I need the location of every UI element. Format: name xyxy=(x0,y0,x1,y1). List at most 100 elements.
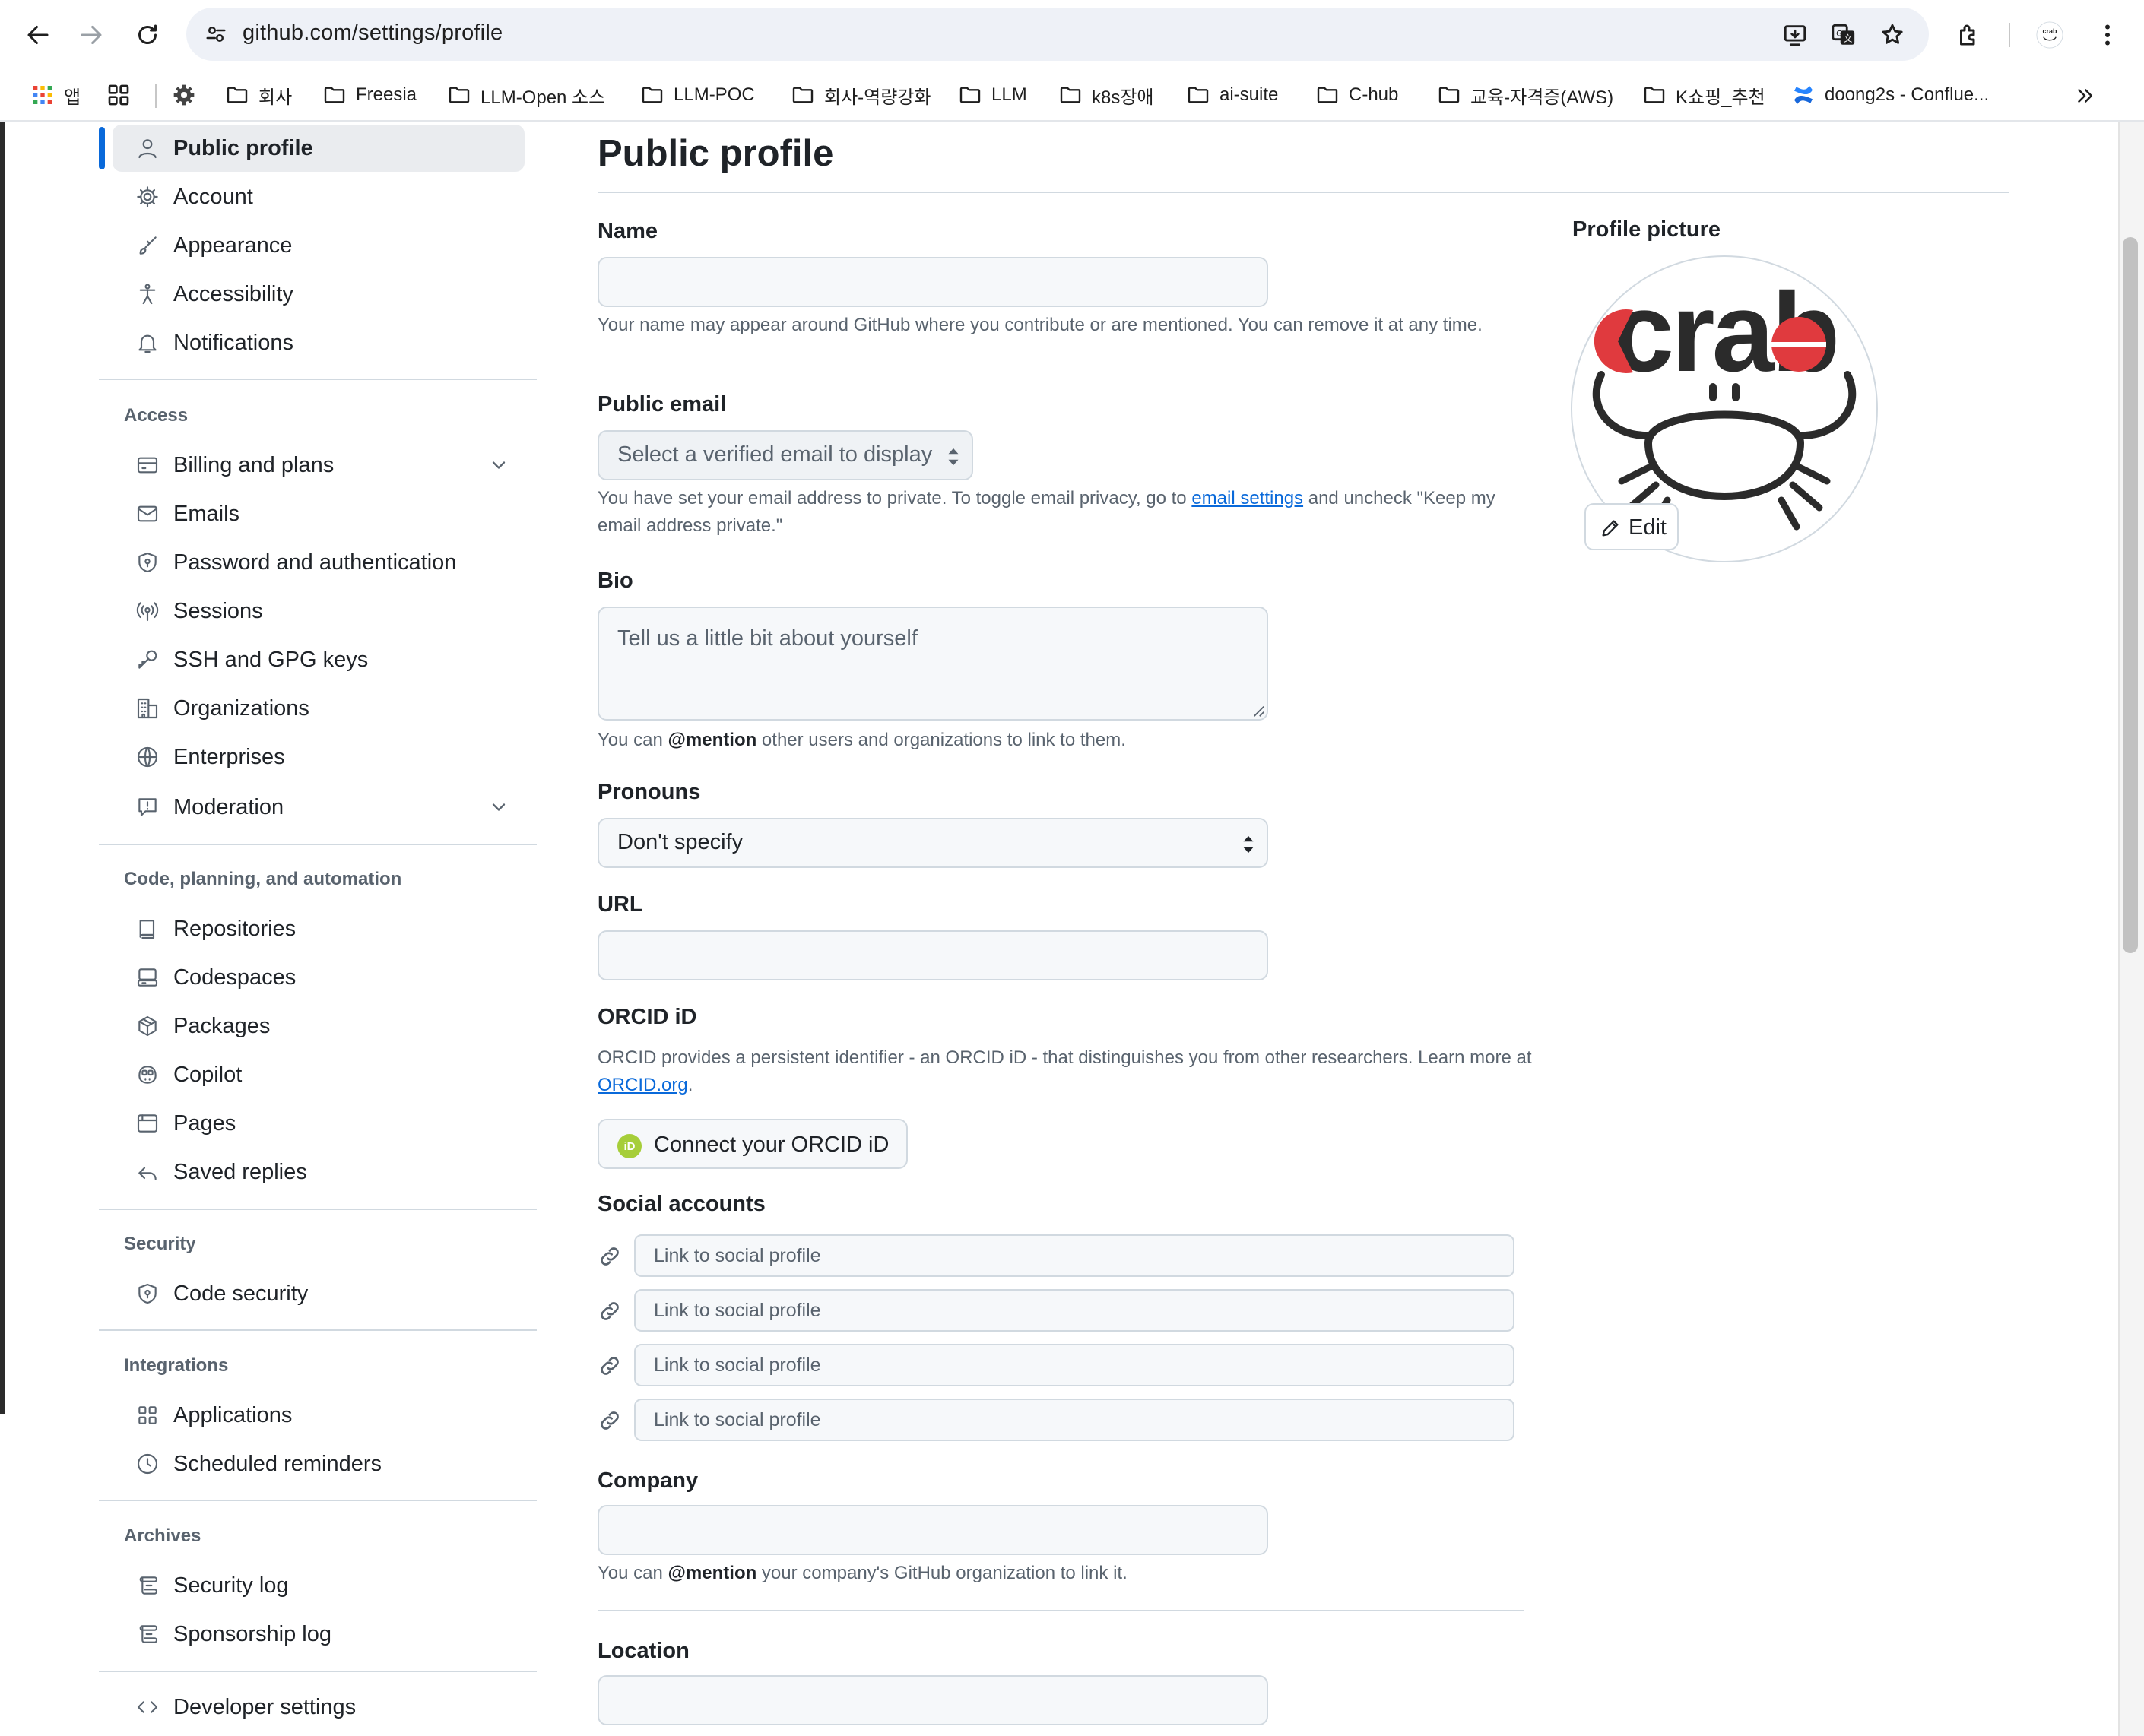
bookmark-item[interactable]: K쇼핑_추천 xyxy=(1642,81,1765,109)
bookmark-item[interactable]: ai-suite xyxy=(1186,81,1278,109)
social-profile-input-2[interactable] xyxy=(634,1289,1514,1332)
bookmark-item[interactable]: 회사-역량강화 xyxy=(791,81,931,109)
location-input[interactable] xyxy=(598,1675,1268,1725)
pronouns-select[interactable]: Don't specify xyxy=(598,818,1268,868)
active-indicator xyxy=(99,127,105,169)
sidebar-item-billing-and-plans[interactable]: Billing and plans xyxy=(113,442,525,489)
sidebar-item-developer-settings[interactable]: Developer settings xyxy=(113,1684,525,1731)
social-profile-input-1[interactable] xyxy=(634,1234,1514,1277)
sidebar-item-appearance[interactable]: Appearance xyxy=(113,222,525,269)
sidebar-item-moderation[interactable]: Moderation xyxy=(113,784,525,831)
sidebar-item-repositories[interactable]: Repositories xyxy=(113,905,525,952)
sidebar-item-scheduled-reminders[interactable]: Scheduled reminders xyxy=(113,1440,525,1487)
edit-avatar-label: Edit xyxy=(1629,515,1667,540)
reload-button[interactable] xyxy=(123,11,172,59)
resize-grip-icon[interactable] xyxy=(1251,704,1265,718)
orcid-link[interactable]: ORCID.org xyxy=(598,1075,688,1095)
folder-icon xyxy=(1315,83,1349,107)
sidebar-item-packages[interactable]: Packages xyxy=(113,1003,525,1050)
sidebar-item-emails[interactable]: Emails xyxy=(113,490,525,537)
bookmark-label: C-hub xyxy=(1349,84,1399,105)
bookmark-item[interactable]: Freesia xyxy=(322,81,417,109)
sidebar-item-public-profile[interactable]: Public profile xyxy=(113,125,525,172)
bookmarks-overflow-icon[interactable] xyxy=(2068,79,2101,112)
sidebar-item-label: Saved replies xyxy=(173,1160,307,1184)
connect-orcid-button[interactable]: iD Connect your ORCID iD xyxy=(598,1119,908,1169)
bookmark-item[interactable]: LLM xyxy=(958,81,1027,109)
sidebar-item-pages[interactable]: Pages xyxy=(113,1100,525,1147)
sidebar-item-label: Emails xyxy=(173,502,240,526)
bookmark-item[interactable]: C-hub xyxy=(1315,81,1398,109)
sidebar-item-security-log[interactable]: Security log xyxy=(113,1562,525,1609)
folder-icon xyxy=(1437,83,1470,107)
translate-icon[interactable]: G文 xyxy=(1827,18,1860,52)
company-note: You can @mention your company's GitHub o… xyxy=(598,1560,1518,1587)
url-text[interactable]: github.com/settings/profile xyxy=(243,21,503,46)
bio-textarea[interactable] xyxy=(598,607,1268,721)
sidebar-item-sessions[interactable]: Sessions xyxy=(113,588,525,635)
bookmark-item[interactable] xyxy=(172,81,205,109)
copilot-icon xyxy=(135,1063,160,1087)
sidebar-item-label: Codespaces xyxy=(173,965,297,990)
bookmark-item[interactable]: doong2s - Conflue... xyxy=(1791,81,1989,109)
sidebar-item-label: Sessions xyxy=(173,599,263,623)
svg-text:文: 文 xyxy=(1844,33,1852,44)
name-input[interactable] xyxy=(598,257,1268,307)
apps-grid-icon xyxy=(30,83,64,107)
sidebar-item-notifications[interactable]: Notifications xyxy=(113,319,525,366)
sidebar-item-copilot[interactable]: Copilot xyxy=(113,1051,525,1098)
package-icon xyxy=(135,1014,160,1038)
bookmark-item[interactable]: 교육-자격증(AWS) xyxy=(1437,81,1613,109)
sidebar-item-organizations[interactable]: Organizations xyxy=(113,685,525,732)
browser-icon xyxy=(135,1111,160,1136)
social-profile-input-4[interactable] xyxy=(634,1399,1514,1441)
bell-icon xyxy=(135,331,160,355)
link-icon xyxy=(601,1302,619,1320)
broadcast-icon xyxy=(135,599,160,623)
sidebar-item-ssh-and-gpg-keys[interactable]: SSH and GPG keys xyxy=(113,636,525,683)
sidebar-item-sponsorship-log[interactable]: Sponsorship log xyxy=(113,1611,525,1658)
address-bar[interactable]: github.com/settings/profile G文 xyxy=(186,8,1929,61)
sidebar-item-account[interactable]: Account xyxy=(113,173,525,220)
url-input[interactable] xyxy=(598,930,1268,980)
forward-button[interactable] xyxy=(67,11,116,59)
bookmark-label: Freesia xyxy=(356,84,417,105)
social-accounts-label: Social accounts xyxy=(598,1192,766,1216)
bookmark-item[interactable]: k8s장애 xyxy=(1058,81,1154,109)
site-info-icon[interactable] xyxy=(200,18,232,50)
bookmark-item[interactable]: LLM-Open 소스 xyxy=(447,81,605,109)
sidebar-item-applications[interactable]: Applications xyxy=(113,1392,525,1439)
toolbar-separator xyxy=(2009,23,2010,47)
bookmark-item[interactable] xyxy=(106,81,140,109)
sidebar-item-saved-replies[interactable]: Saved replies xyxy=(113,1148,525,1196)
scrollbar-thumb[interactable] xyxy=(2123,237,2138,953)
company-note-text: You can xyxy=(598,1563,668,1583)
accessibility-icon xyxy=(135,282,160,306)
sidebar-item-accessibility[interactable]: Accessibility xyxy=(113,271,525,318)
back-button[interactable] xyxy=(14,11,62,59)
sidebar-item-enterprises[interactable]: Enterprises xyxy=(113,733,525,781)
sidebar-item-label: Notifications xyxy=(173,331,293,355)
sidebar-item-code-security[interactable]: Code security xyxy=(113,1270,525,1317)
edit-avatar-button[interactable]: Edit xyxy=(1584,503,1679,550)
chevron-down-icon[interactable] xyxy=(488,797,509,818)
bookmark-item[interactable]: LLM-POC xyxy=(640,81,755,109)
email-settings-link[interactable]: email settings xyxy=(1191,488,1303,508)
sidebar-item-codespaces[interactable]: Codespaces xyxy=(113,954,525,1001)
chevron-down-icon[interactable] xyxy=(488,455,509,476)
browser-menu-button[interactable] xyxy=(2083,11,2132,59)
page-title: Public profile xyxy=(598,133,834,174)
sidebar-item-password-and-authentication[interactable]: Password and authentication xyxy=(113,539,525,586)
extensions-button[interactable] xyxy=(1945,11,1993,59)
profile-picture-label: Profile picture xyxy=(1572,217,1721,242)
company-input[interactable] xyxy=(598,1505,1268,1555)
bookmark-star-icon[interactable] xyxy=(1876,18,1909,52)
social-profile-input-3[interactable] xyxy=(634,1344,1514,1386)
bookmark-item[interactable]: 앱 xyxy=(30,81,81,109)
install-app-icon[interactable] xyxy=(1778,18,1812,52)
profile-avatar-button[interactable]: crab xyxy=(2025,11,2074,59)
sidebar-item-label: Sponsorship log xyxy=(173,1622,331,1646)
bookmark-item[interactable]: 회사 xyxy=(225,81,292,109)
codespaces-icon xyxy=(135,965,160,990)
public-email-select[interactable]: Select a verified email to display xyxy=(598,430,973,480)
